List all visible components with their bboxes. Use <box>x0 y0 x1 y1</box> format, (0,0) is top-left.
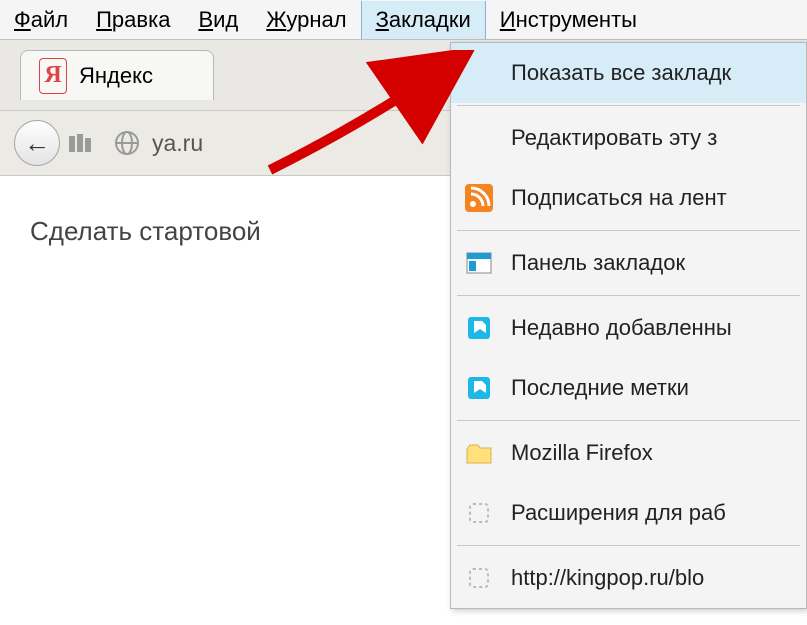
url-bar[interactable]: ya.ru <box>102 130 213 157</box>
dropdown-separator <box>457 420 800 421</box>
menu-bookmarks[interactable]: Закладки <box>361 1 486 39</box>
tab-yandex[interactable]: Я Яндекс <box>20 50 214 100</box>
dropdown-item-label: Панель закладок <box>511 250 685 276</box>
page-icon <box>463 497 495 529</box>
dropdown-item-extensions[interactable]: Расширения для раб <box>451 483 806 543</box>
dropdown-item-label: Подписаться на лент <box>511 185 727 211</box>
dropdown-item-label: Редактировать эту з <box>511 125 717 151</box>
dropdown-separator <box>457 295 800 296</box>
url-text: ya.ru <box>152 130 203 157</box>
dropdown-item-recent-bookmarks[interactable]: Недавно добавленны <box>451 298 806 358</box>
dropdown-item-label: http://kingpop.ru/blo <box>511 565 704 591</box>
rss-icon <box>463 182 495 214</box>
dropdown-item-bookmarks-toolbar[interactable]: Панель закладок <box>451 233 806 293</box>
globe-icon <box>112 130 142 156</box>
make-startpage-link[interactable]: Сделать стартовой <box>30 216 261 246</box>
library-icon[interactable] <box>66 130 96 156</box>
dropdown-item-label: Показать все закладк <box>511 60 731 86</box>
menu-file[interactable]: Файл <box>0 1 82 39</box>
bookmarks-dropdown: Показать все закладк Редактировать эту з… <box>450 42 807 609</box>
dropdown-separator <box>457 545 800 546</box>
dropdown-item-label: Недавно добавленны <box>511 315 732 341</box>
dropdown-item-edit-bookmark[interactable]: Редактировать эту з <box>451 108 806 168</box>
dropdown-item-url[interactable]: http://kingpop.ru/blo <box>451 548 806 608</box>
dropdown-item-label: Расширения для раб <box>511 500 726 526</box>
dropdown-separator <box>457 230 800 231</box>
dropdown-item-subscribe-feed[interactable]: Подписаться на лент <box>451 168 806 228</box>
dropdown-separator <box>457 105 800 106</box>
folder-icon <box>463 437 495 469</box>
blank-icon <box>463 122 495 154</box>
dropdown-item-label: Mozilla Firefox <box>511 440 653 466</box>
blank-icon <box>463 57 495 89</box>
menu-view[interactable]: Вид <box>184 1 252 39</box>
menu-edit[interactable]: Правка <box>82 1 184 39</box>
dropdown-item-show-all[interactable]: Показать все закладк <box>451 43 806 103</box>
dropdown-item-recent-tags[interactable]: Последние метки <box>451 358 806 418</box>
menu-history[interactable]: Журнал <box>252 1 360 39</box>
panel-icon <box>463 247 495 279</box>
dropdown-item-label: Последние метки <box>511 375 689 401</box>
dropdown-item-mozilla-firefox[interactable]: Mozilla Firefox <box>451 423 806 483</box>
tag-icon <box>463 372 495 404</box>
tag-icon <box>463 312 495 344</box>
yandex-favicon: Я <box>39 58 67 94</box>
tab-title: Яндекс <box>79 63 153 89</box>
menubar: Файл Правка Вид Журнал Закладки Инструме… <box>0 0 807 40</box>
menu-tools[interactable]: Инструменты <box>486 1 651 39</box>
back-button[interactable]: ← <box>14 120 60 166</box>
page-icon <box>463 562 495 594</box>
